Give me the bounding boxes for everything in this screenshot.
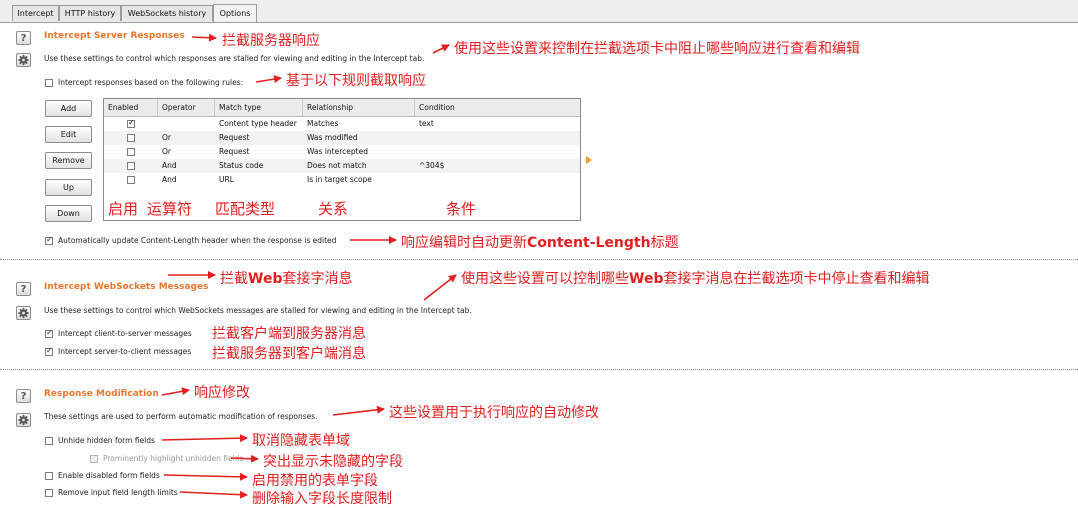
arrow-remove-limits [179,490,248,499]
arrow-mod-title [161,387,190,396]
arrow-ws-desc [423,274,457,301]
arrow-server-desc [432,44,450,54]
arrow-mod-desc [332,405,385,416]
arrow-highlight [230,454,259,463]
arrow-unhide [161,434,248,443]
arrow-enable-disabled [163,472,248,481]
annotation-arrows [161,33,457,499]
arrow-rules [255,75,282,84]
arrow-server-title [191,33,217,42]
